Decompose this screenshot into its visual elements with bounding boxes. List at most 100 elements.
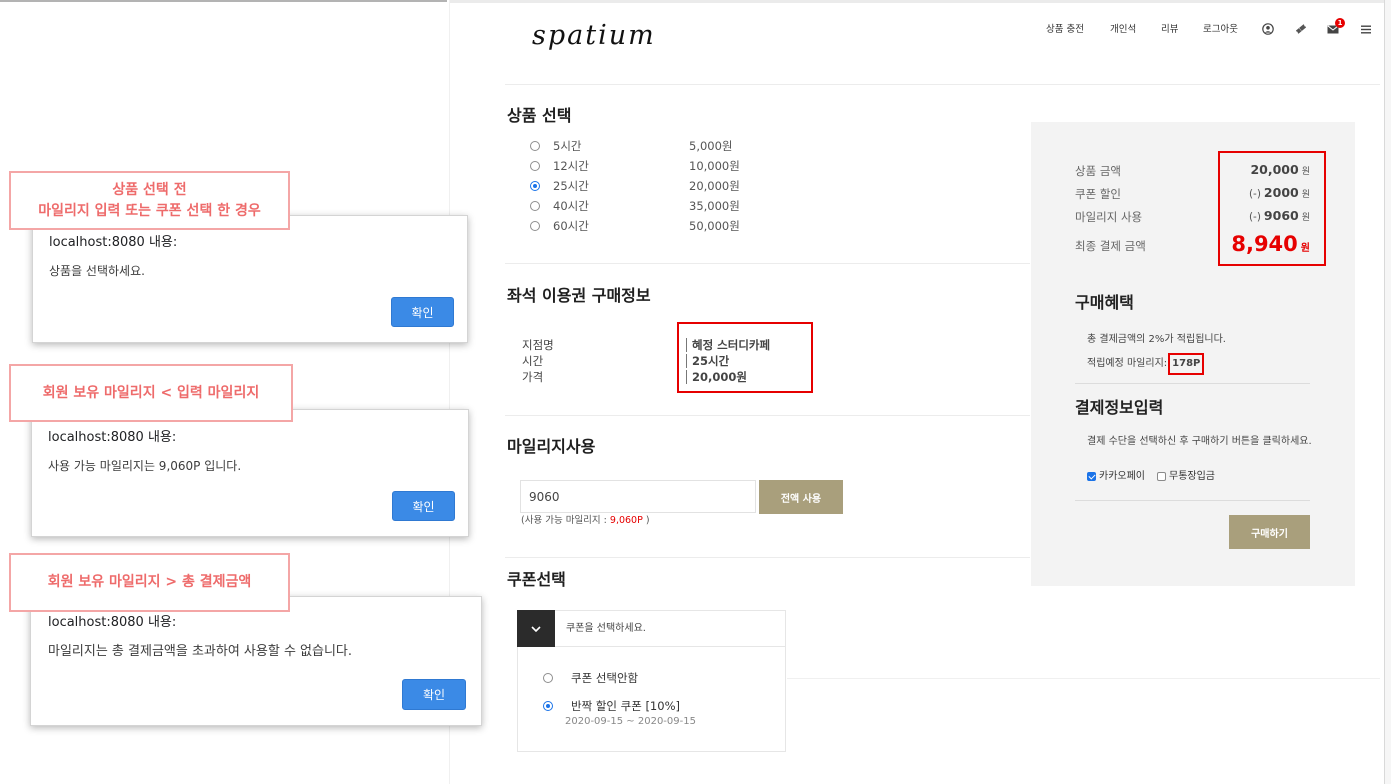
radio-button[interactable] — [530, 201, 540, 211]
product-option[interactable]: 25시간 20,000원 — [529, 179, 759, 193]
section-divider — [505, 415, 1030, 416]
expected-mileage-label: 적립예정 마일리지: — [1087, 358, 1168, 369]
option-price: 35,000원 — [689, 199, 740, 213]
hint-suffix: ) — [642, 515, 650, 526]
benefit-text: 총 결제금액의 2%가 적립됩니다. — [1087, 334, 1226, 345]
option-price: 20,000원 — [689, 179, 740, 193]
annotation-line: 회원 보유 마일리지 < 입력 마일리지 — [42, 384, 260, 401]
scrollbar[interactable] — [1384, 0, 1391, 784]
summary-label-coupon: 쿠폰 할인 — [1075, 187, 1121, 201]
radio-button[interactable] — [543, 673, 553, 683]
info-label-price: 가격 — [522, 370, 544, 384]
section-title-purchase-info: 좌석 이용권 구매정보 — [507, 286, 651, 305]
use-all-mileage-button[interactable]: 전액 사용 — [759, 480, 843, 514]
radio-button[interactable] — [530, 161, 540, 171]
chevron-down-icon — [531, 625, 541, 632]
dialog-title: localhost:8080 내용: — [48, 430, 177, 445]
purchase-button[interactable]: 구매하기 — [1229, 515, 1310, 549]
section-divider — [505, 263, 1030, 264]
summary-label-total: 최종 결제 금액 — [1075, 239, 1146, 253]
option-label: 60시간 — [553, 219, 589, 233]
mileage-input[interactable] — [520, 480, 756, 513]
coupon-select[interactable]: 쿠폰을 선택하세요. 쿠폰 선택안함 반짝 할인 쿠폰 [10%] 2020-0… — [517, 610, 786, 752]
coupon-period: 2020-09-15 ~ 2020-09-15 — [565, 716, 696, 727]
window-top-border — [0, 0, 447, 2]
dropdown-toggle-button[interactable] — [517, 610, 555, 647]
expected-mileage: 적립예정 마일리지: 178P — [1087, 353, 1205, 375]
product-option[interactable]: 12시간 10,000원 — [529, 159, 759, 173]
confirm-button[interactable]: 확인 — [392, 491, 455, 521]
confirm-button[interactable]: 확인 — [391, 297, 454, 327]
coupon-option-label: 쿠폰 선택안함 — [571, 671, 639, 685]
option-label: 12시간 — [553, 159, 589, 173]
section-divider — [505, 557, 1030, 558]
dialog-message: 마일리지는 총 결제금액을 초과하여 사용할 수 없습니다. — [48, 644, 353, 659]
radio-button[interactable] — [530, 141, 540, 151]
user-icon[interactable] — [1262, 23, 1274, 35]
product-option[interactable]: 60시간 50,000원 — [529, 219, 759, 233]
annotation-mileage-exceeds-balance: 회원 보유 마일리지 < 입력 마일리지 — [9, 364, 293, 422]
payment-title: 결제정보입력 — [1075, 398, 1164, 417]
checkbox-bank-transfer[interactable] — [1157, 472, 1166, 481]
dialog-message: 사용 가능 마일리지는 9,060P 입니다. — [48, 459, 242, 473]
checkbox-kakaopay[interactable] — [1087, 472, 1096, 481]
info-label-branch: 지점명 — [522, 338, 554, 352]
annotation-before-product-select: 상품 선택 전 마일리지 입력 또는 쿠폰 선택 한 경우 — [9, 171, 290, 230]
menu-icon[interactable] — [1361, 25, 1371, 34]
ticket-icon[interactable] — [1295, 23, 1307, 35]
panel-divider — [1075, 500, 1310, 501]
section-title-mileage: 마일리지사용 — [507, 437, 596, 456]
logo[interactable]: spatium — [532, 20, 656, 52]
annotation-mileage-exceeds-total: 회원 보유 마일리지 > 총 결제금액 — [9, 553, 290, 612]
highlight-box-purchase-info — [677, 322, 813, 393]
summary-label-product: 상품 금액 — [1075, 164, 1121, 178]
nav-item-logout[interactable]: 로그아웃 — [1203, 24, 1238, 36]
order-summary-panel: 상품 금액 20,000 원 쿠폰 할인 (-) 2000 원 마일리지 사용 … — [1031, 122, 1355, 586]
product-option[interactable]: 5시간 5,000원 — [529, 139, 759, 153]
radio-button[interactable] — [543, 701, 553, 711]
expected-mileage-value: 178P — [1168, 353, 1205, 375]
hint-mileage-value: 9,060P — [609, 515, 643, 526]
dialog-message: 상품을 선택하세요. — [49, 264, 145, 278]
option-label: 40시간 — [553, 199, 589, 213]
option-price: 50,000원 — [689, 219, 740, 233]
radio-button[interactable] — [530, 181, 540, 191]
option-label: 5시간 — [553, 139, 582, 153]
mail-badge: 1 — [1335, 18, 1345, 28]
radio-button[interactable] — [530, 221, 540, 231]
coupon-dropdown-header[interactable]: 쿠폰을 선택하세요. — [517, 610, 785, 647]
section-title-coupon: 쿠폰선택 — [507, 570, 566, 589]
info-label-time: 시간 — [522, 354, 544, 368]
nav-item-charge[interactable]: 상품 충전 — [1046, 24, 1084, 36]
coupon-option-label: 반짝 할인 쿠폰 [10%] — [571, 699, 680, 713]
option-price: 10,000원 — [689, 159, 740, 173]
payment-description: 결제 수단을 선택하신 후 구매하기 버튼을 클릭하세요. — [1087, 436, 1312, 447]
product-option[interactable]: 40시간 35,000원 — [529, 199, 759, 213]
section-title-product: 상품 선택 — [507, 106, 572, 125]
highlight-box-amounts — [1218, 151, 1326, 266]
option-price: 5,000원 — [689, 139, 733, 153]
dialog-title: localhost:8080 내용: — [48, 615, 177, 630]
available-mileage-hint: (사용 가능 마일리지 : 9,060P ) — [521, 515, 650, 527]
summary-label-mileage: 마일리지 사용 — [1075, 210, 1143, 224]
alert-dialog-available-mileage: localhost:8080 내용: 사용 가능 마일리지는 9,060P 입니… — [31, 409, 469, 537]
payment-method-label: 카카오페이 — [1099, 471, 1145, 482]
benefit-title: 구매혜택 — [1075, 293, 1134, 312]
option-label: 25시간 — [553, 179, 589, 193]
section-divider — [787, 678, 1380, 679]
panel-divider — [1075, 383, 1310, 384]
alert-dialog-select-product: localhost:8080 내용: 상품을 선택하세요. 확인 — [32, 215, 468, 343]
dialog-title: localhost:8080 내용: — [49, 235, 178, 250]
confirm-button[interactable]: 확인 — [402, 679, 466, 710]
alert-dialog-mileage-over-total: localhost:8080 내용: 마일리지는 총 결제금액을 초과하여 사용… — [30, 596, 482, 726]
coupon-placeholder: 쿠폰을 선택하세요. — [566, 623, 646, 634]
page-top-border — [450, 0, 1384, 3]
header-divider — [505, 84, 1380, 85]
annotation-line: 상품 선택 전 — [112, 181, 187, 198]
hint-prefix: (사용 가능 마일리지 : — [521, 515, 610, 526]
nav-item-review[interactable]: 리뷰 — [1161, 24, 1178, 36]
annotation-line: 회원 보유 마일리지 > 총 결제금액 — [47, 574, 252, 590]
annotation-line: 마일리지 입력 또는 쿠폰 선택 한 경우 — [38, 202, 261, 219]
nav-item-private-seat[interactable]: 개인석 — [1110, 24, 1136, 36]
payment-method-label: 무통장입금 — [1169, 471, 1215, 482]
